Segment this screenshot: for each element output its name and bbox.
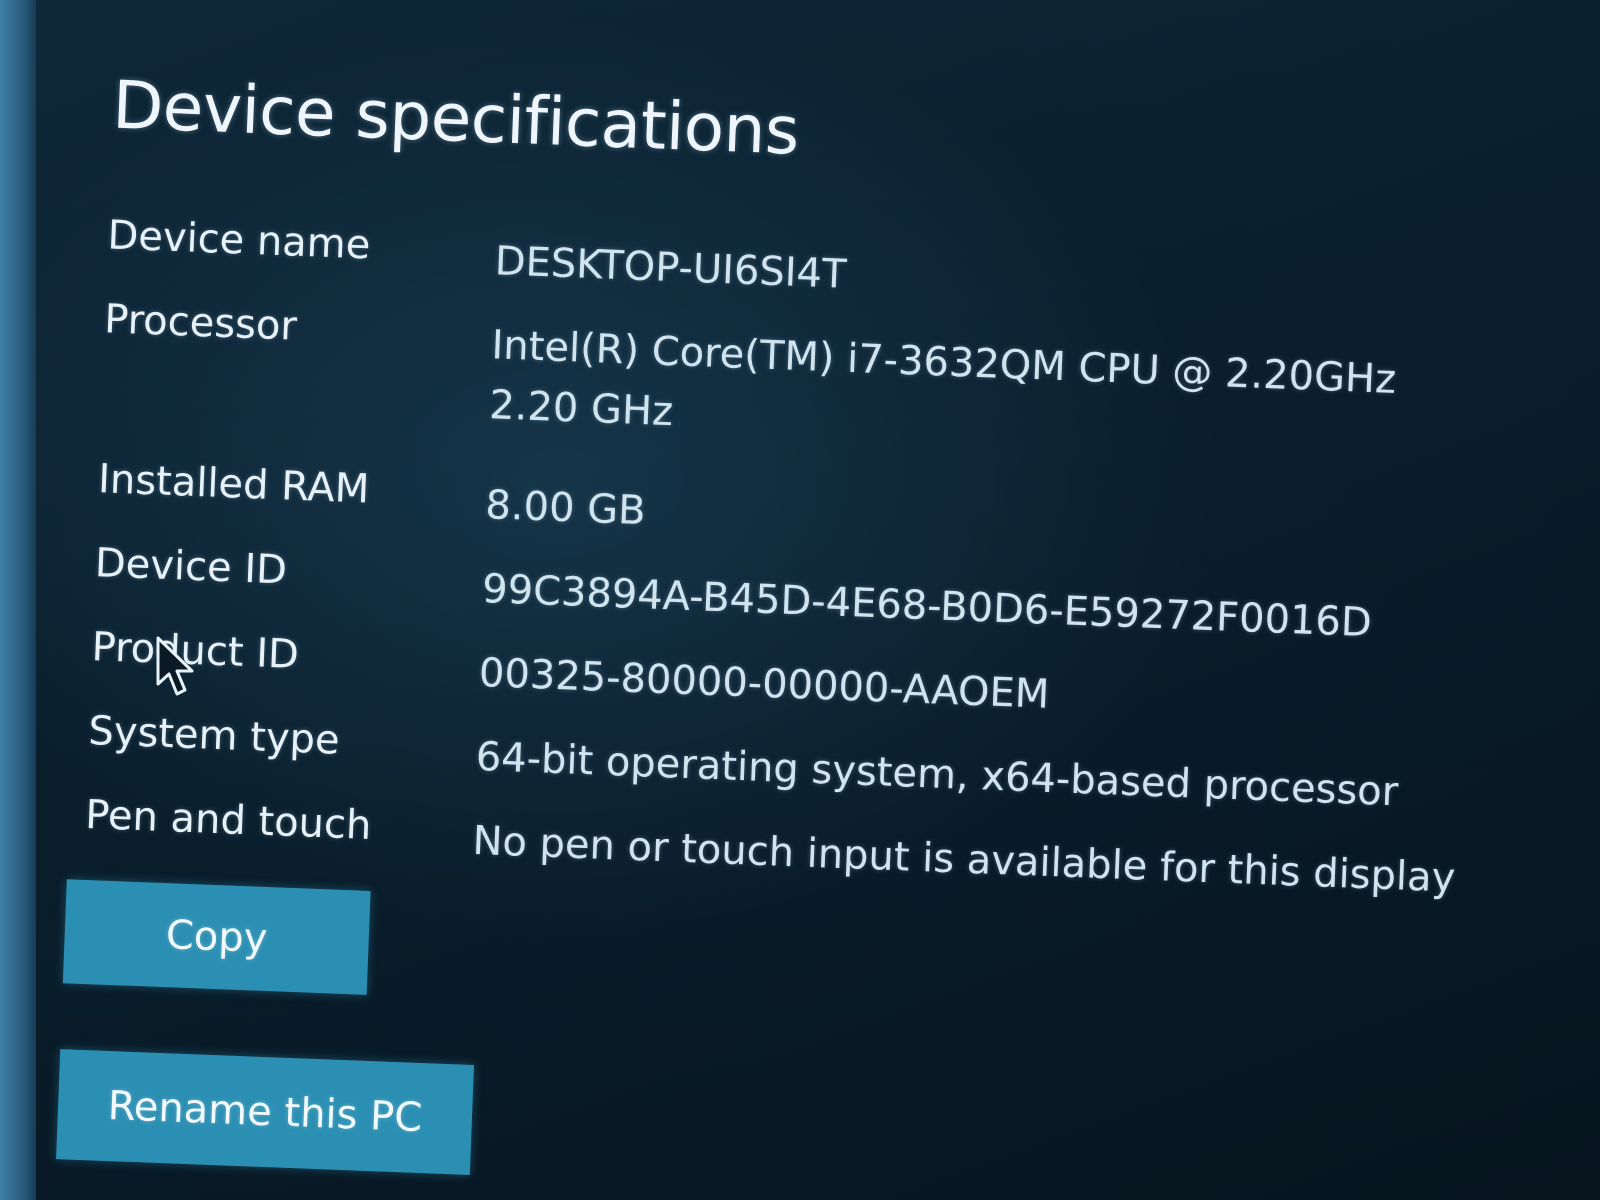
- spec-label: Device name: [106, 212, 372, 269]
- spec-row-installed-ram: Installed RAM 8.00 GB: [97, 456, 1498, 534]
- mouse-pointer-icon: [156, 636, 194, 696]
- spec-value-line2: 2.20 GHz: [488, 382, 674, 436]
- spec-value: 99C3894A-B45D-4E68-B0D6-E59272F0016D: [481, 566, 1373, 647]
- spec-value: 00325-80000-00000-AAOEM: [478, 649, 1051, 718]
- copy-button[interactable]: Copy: [62, 879, 371, 995]
- spec-row-processor: Processor Intel(R) Core(TM) i7-3632QM CP…: [103, 296, 1504, 435]
- spec-row-system-type: System type 64-bit operating system, x64…: [87, 708, 1488, 815]
- spec-label: Processor: [103, 296, 298, 350]
- spec-value: 8.00 GB: [484, 482, 647, 535]
- spec-label: System type: [87, 708, 341, 764]
- device-specifications-panel: Device specifications Device name DESKTO…: [0, 0, 1600, 1200]
- spec-value: 64-bit operating system, x64-based proce…: [474, 733, 1400, 816]
- section-title: Device specifications: [111, 66, 801, 170]
- spec-label: Installed RAM: [97, 456, 371, 513]
- spec-row-device-name: Device name DESKTOP-UI6SI4T: [106, 212, 1507, 297]
- spec-label: Device ID: [94, 540, 288, 594]
- spec-value: DESKTOP-UI6SI4T: [493, 238, 848, 298]
- settings-screen: Device specifications Device name DESKTO…: [0, 0, 1600, 1200]
- spec-row-device-id: Device ID 99C3894A-B45D-4E68-B0D6-E59272…: [94, 540, 1495, 646]
- rename-pc-button[interactable]: Rename this PC: [56, 1049, 474, 1175]
- spec-value: No pen or touch input is available for t…: [471, 817, 1457, 902]
- spec-label: Pen and touch: [84, 791, 373, 849]
